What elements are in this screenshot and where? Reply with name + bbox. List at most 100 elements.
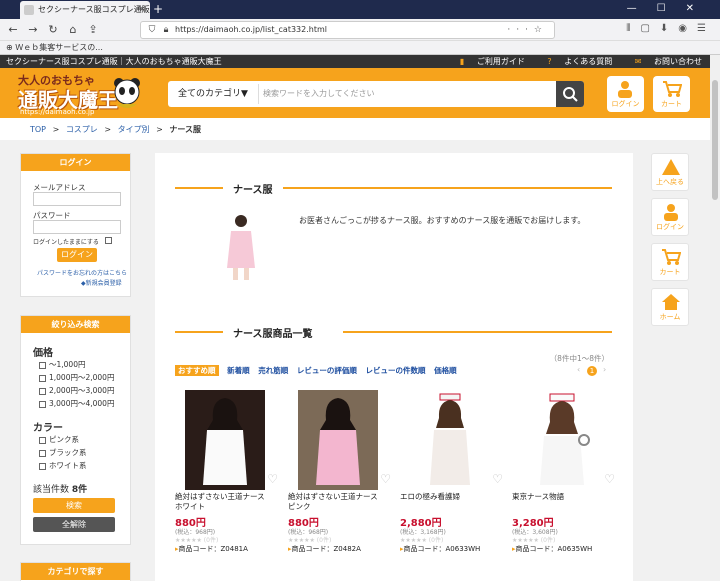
sort-recommend[interactable]: おすすめ順 bbox=[175, 365, 219, 376]
price-checkbox[interactable] bbox=[39, 400, 46, 408]
sort-price[interactable]: 価格順 bbox=[434, 366, 457, 375]
sort-new[interactable]: 新着順 bbox=[227, 366, 250, 375]
price-option-2[interactable]: 1,000円～2,000円 bbox=[39, 372, 114, 383]
remember-label: ログインしたままにする bbox=[33, 239, 99, 246]
filter-clear-button[interactable]: 全解除 bbox=[33, 517, 115, 532]
shield-icon[interactable]: ⛉ bbox=[145, 23, 159, 37]
favorite-heart-icon[interactable]: ♡ bbox=[380, 472, 391, 486]
product-card[interactable]: ♡ 絶対はずさない王道ナース ピンク 880円 (税込：968円) ★★★★★ … bbox=[288, 390, 393, 553]
product-image[interactable] bbox=[298, 390, 378, 490]
sort-review-rating[interactable]: レビューの評価順 bbox=[297, 366, 357, 375]
window-controls[interactable]: —☐✕ bbox=[627, 0, 714, 18]
product-card[interactable]: ♡ 東京ナース物語 3,280円 (税込：3,608円) ★★★★★ (0件) … bbox=[512, 390, 617, 553]
site-header: 大人のおもちゃ 通販大魔王 https://daimaoh.co.jp 全てのカ… bbox=[0, 68, 710, 118]
price-checkbox[interactable] bbox=[39, 361, 46, 369]
browser-tab[interactable]: セクシーナース服コスプレ通販｜大人 ✕ bbox=[20, 1, 150, 19]
globe-icon: ⊕ bbox=[6, 43, 13, 52]
color-checkbox[interactable] bbox=[39, 436, 46, 444]
side-login-button[interactable]: ログイン bbox=[651, 198, 689, 236]
search-input[interactable]: 検索ワードを入力してください bbox=[258, 84, 548, 104]
product-card[interactable]: ♡ 絶対はずさない王道ナース ホワイト 880円 (税込：968円) ★★★★★… bbox=[175, 390, 280, 553]
guide-link[interactable]: ▮ ご利用ガイド bbox=[450, 57, 525, 66]
lock-icon[interactable]: 🔒︎ bbox=[159, 23, 173, 37]
favorite-heart-icon[interactable]: ♡ bbox=[267, 472, 278, 486]
new-tab-button[interactable]: + bbox=[153, 1, 163, 17]
tab-close-icon[interactable]: ✕ bbox=[138, 1, 146, 19]
product-name[interactable]: 東京ナース物語 bbox=[512, 492, 612, 502]
toolbar-icons[interactable]: ⫴▢⬇◉☰ bbox=[626, 23, 716, 34]
product-image[interactable] bbox=[185, 390, 265, 490]
sort-review-count[interactable]: レビューの件数順 bbox=[366, 366, 426, 375]
breadcrumb-top[interactable]: TOP bbox=[30, 125, 46, 134]
product-card[interactable]: ♡ エロの極み看護婦 2,880円 (税込：3,168円) ★★★★★ (0件)… bbox=[400, 390, 505, 553]
next-page-icon[interactable]: › bbox=[603, 365, 606, 374]
product-image[interactable] bbox=[522, 390, 602, 490]
color-checkbox[interactable] bbox=[39, 449, 46, 457]
price-option-4[interactable]: 3,000円～4,000円 bbox=[39, 398, 114, 409]
contact-link[interactable]: ✉ お問い合わせ bbox=[625, 57, 702, 66]
url-actions[interactable]: ···☆ bbox=[507, 22, 548, 38]
sort-popular[interactable]: 売れ筋順 bbox=[258, 366, 288, 375]
breadcrumb-type[interactable]: タイプ別 bbox=[118, 125, 150, 134]
top-links: ▮ ご利用ガイド ? よくある質問 ✉ お問い合わせ bbox=[440, 55, 702, 68]
product-name[interactable]: エロの極み看護婦 bbox=[400, 492, 500, 502]
product-code: ▸商品コード：Z0482A bbox=[288, 545, 361, 553]
remember-checkbox[interactable] bbox=[105, 237, 112, 244]
register-link[interactable]: ◆新規会員登録 bbox=[81, 278, 122, 287]
price-option-3[interactable]: 2,000円～3,000円 bbox=[39, 385, 114, 396]
price-checkbox[interactable] bbox=[39, 374, 46, 382]
browser-nav-bar: ← → ↻ ⌂ ⇪ ⛉ 🔒︎ https://daimaoh.co.jp/lis… bbox=[0, 19, 720, 41]
color-option-2[interactable]: ブラック系 bbox=[39, 447, 87, 458]
password-field[interactable] bbox=[33, 220, 121, 234]
favicon-icon bbox=[24, 5, 34, 15]
upload-icon[interactable]: ⇪ bbox=[86, 23, 100, 37]
side-cart-button[interactable]: カート bbox=[651, 243, 689, 281]
color-checkbox[interactable] bbox=[39, 462, 46, 470]
price-option-1[interactable]: ～1,000円 bbox=[39, 359, 85, 370]
bookmarks-bar: ⊕ Ｗｅｂ集客サービスの... bbox=[0, 41, 720, 55]
scrollbar-thumb[interactable] bbox=[712, 80, 718, 200]
header-cart-button[interactable]: カート bbox=[653, 76, 690, 112]
browser-tab-bar: セクシーナース服コスプレ通販｜大人 ✕ + —☐✕ bbox=[0, 0, 720, 19]
product-rating: ★★★★★ (0件) bbox=[175, 537, 219, 544]
product-rating: ★★★★★ (0件) bbox=[288, 537, 332, 544]
url-bar[interactable]: ⛉ 🔒︎ https://daimaoh.co.jp/list_cat332.h… bbox=[140, 21, 555, 39]
color-option-1[interactable]: ピンク系 bbox=[39, 434, 79, 445]
product-name[interactable]: 絶対はずさない王道ナース ホワイト bbox=[175, 492, 275, 512]
search-button[interactable] bbox=[556, 81, 584, 107]
product-code: ▸商品コード：Z0481A bbox=[175, 545, 248, 553]
user-icon bbox=[618, 81, 632, 98]
bookmark-item[interactable]: Ｗｅｂ集客サービスの... bbox=[15, 43, 103, 52]
email-field[interactable] bbox=[33, 192, 121, 206]
cart-icon bbox=[662, 249, 681, 265]
forward-icon[interactable]: → bbox=[26, 23, 40, 37]
breadcrumb-cosplay[interactable]: コスプレ bbox=[66, 125, 98, 134]
question-icon: ? bbox=[547, 57, 552, 66]
back-to-top-button[interactable]: 上へ戻る bbox=[651, 153, 689, 191]
page-scrollbar[interactable] bbox=[710, 55, 720, 581]
color-option-3[interactable]: ホワイト系 bbox=[39, 460, 87, 471]
login-button[interactable]: ログイン bbox=[57, 248, 97, 262]
back-icon[interactable]: ← bbox=[6, 23, 20, 37]
favorite-heart-icon[interactable]: ♡ bbox=[604, 472, 615, 486]
site-tagline: セクシーナース服コスプレ通販｜大人のおもちゃ通販大魔王 bbox=[6, 57, 222, 66]
header-login-button[interactable]: ログイン bbox=[607, 76, 644, 112]
side-home-button[interactable]: ホーム bbox=[651, 288, 689, 326]
faq-link[interactable]: ? よくある質問 bbox=[537, 57, 612, 66]
prev-page-icon[interactable]: ‹ bbox=[577, 365, 580, 374]
page-number[interactable]: 1 bbox=[587, 366, 597, 376]
price-checkbox[interactable] bbox=[39, 387, 46, 395]
filter-search-button[interactable]: 検索 bbox=[33, 498, 115, 513]
product-image[interactable] bbox=[410, 390, 490, 490]
logo-url-text: https://daimaoh.co.jp bbox=[20, 108, 95, 116]
section-title-text: ナース服 bbox=[233, 185, 273, 196]
category-select[interactable]: 全てのカテゴリ▼ bbox=[178, 81, 248, 107]
product-name[interactable]: 絶対はずさない王道ナース ピンク bbox=[288, 492, 388, 512]
product-code: ▸商品コード：A0633WH bbox=[400, 545, 481, 553]
reload-icon[interactable]: ↻ bbox=[46, 23, 60, 37]
category-box: カテゴリで探す bbox=[20, 562, 131, 581]
forgot-password-link[interactable]: パスワードをお忘れの方はこちら bbox=[37, 268, 127, 277]
favorite-heart-icon[interactable]: ♡ bbox=[492, 472, 503, 486]
url-text[interactable]: https://daimaoh.co.jp/list_cat332.html bbox=[175, 22, 327, 38]
home-icon[interactable]: ⌂ bbox=[66, 23, 80, 37]
